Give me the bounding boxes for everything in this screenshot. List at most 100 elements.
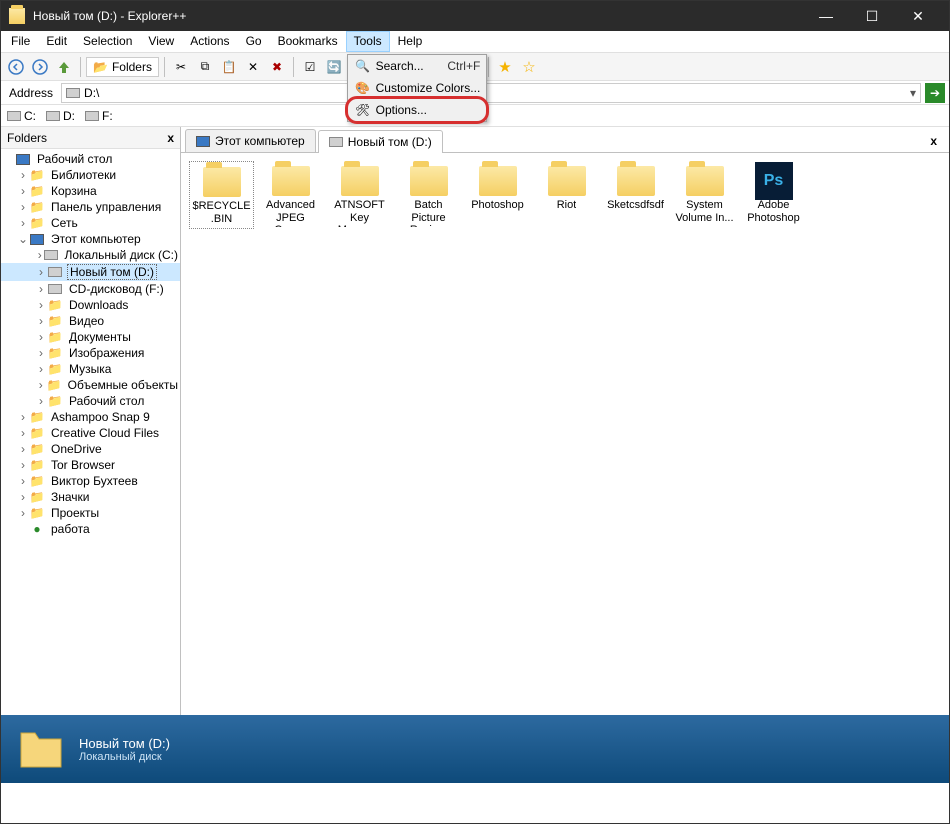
tree-item[interactable]: ›📁Изображения <box>1 345 180 361</box>
close-button[interactable]: ✕ <box>895 1 941 31</box>
tree-item[interactable]: ›📁Видео <box>1 313 180 329</box>
bookmark-add-button[interactable]: ☆ <box>518 56 540 78</box>
tree-item[interactable]: ›📁Библиотеки <box>1 167 180 183</box>
expand-icon[interactable]: › <box>17 410 29 424</box>
file-item[interactable]: Riot <box>534 161 599 229</box>
tree-item[interactable]: ›📁Creative Cloud Files <box>1 425 180 441</box>
expand-icon[interactable]: › <box>17 506 29 520</box>
up-button[interactable] <box>53 56 75 78</box>
tree-item[interactable]: ›📁Объемные объекты <box>1 377 180 393</box>
expand-icon[interactable]: › <box>35 248 44 262</box>
copy-button[interactable]: ⧉ <box>194 56 216 78</box>
tree-item[interactable]: ›Новый том (D:) <box>1 263 180 281</box>
undo-delete-button[interactable]: ✖ <box>266 56 288 78</box>
expand-icon[interactable]: › <box>35 314 47 328</box>
expand-icon[interactable]: › <box>35 346 47 360</box>
tree-item[interactable]: ›📁Документы <box>1 329 180 345</box>
drive-icon <box>47 265 63 279</box>
tree-item[interactable]: ›Локальный диск (C:) <box>1 247 180 263</box>
menu-item-search[interactable]: 🔍 Search... Ctrl+F <box>348 55 487 77</box>
file-item[interactable]: Advanced JPEG Com... <box>258 161 323 229</box>
tab-this-pc[interactable]: Этот компьютер <box>185 129 316 152</box>
expand-icon[interactable]: › <box>17 216 29 230</box>
expand-icon[interactable]: › <box>35 265 47 279</box>
file-item[interactable]: Sketcsdfsdf <box>603 161 668 229</box>
properties-button[interactable]: ☑ <box>299 56 321 78</box>
tab-close-button[interactable]: x <box>922 130 945 152</box>
expand-icon[interactable]: › <box>35 282 47 296</box>
expand-icon[interactable]: › <box>17 184 29 198</box>
expand-icon[interactable]: › <box>17 442 29 456</box>
tab-drive-d[interactable]: Новый том (D:) <box>318 130 443 153</box>
bookmark-button[interactable]: ★ <box>494 56 516 78</box>
tree-item[interactable]: ›📁Значки <box>1 489 180 505</box>
file-item[interactable]: System Volume In... <box>672 161 737 229</box>
tree-item[interactable]: ›📁Панель управления <box>1 199 180 215</box>
tree-item[interactable]: ›📁Музыка <box>1 361 180 377</box>
tree-item[interactable]: ●работа <box>1 521 180 537</box>
file-item[interactable]: ATNSOFT Key Manager <box>327 161 392 229</box>
expand-icon[interactable]: › <box>35 330 47 344</box>
paste-button[interactable]: 📋 <box>218 56 240 78</box>
expand-icon[interactable]: › <box>35 394 47 408</box>
expand-icon[interactable]: › <box>35 362 47 376</box>
go-button[interactable]: ➔ <box>925 83 945 103</box>
menu-edit[interactable]: Edit <box>38 31 75 52</box>
menu-actions[interactable]: Actions <box>182 31 237 52</box>
chevron-down-icon[interactable]: ▾ <box>910 86 916 100</box>
expand-icon[interactable]: › <box>17 490 29 504</box>
menu-item-options[interactable]: 🛠 Options... <box>348 99 487 121</box>
expand-icon[interactable]: › <box>17 458 29 472</box>
menu-file[interactable]: File <box>3 31 38 52</box>
main-area: Этот компьютер Новый том (D:) x $RECYCLE… <box>181 127 949 715</box>
tree-item[interactable]: ›📁OneDrive <box>1 441 180 457</box>
tree-item[interactable]: ›📁Виктор Бухтеев <box>1 473 180 489</box>
expand-icon[interactable]: › <box>35 378 46 392</box>
collapse-icon[interactable]: ⌄ <box>17 232 29 246</box>
minimize-button[interactable]: — <box>803 1 849 31</box>
menu-help[interactable]: Help <box>390 31 431 52</box>
file-item[interactable]: PsAdobe Photoshop ... <box>741 161 806 229</box>
expand-icon[interactable]: › <box>17 474 29 488</box>
cut-button[interactable]: ✂ <box>170 56 192 78</box>
folders-toggle[interactable]: 📂 Folders <box>86 57 159 77</box>
tree-item[interactable]: ›📁Корзина <box>1 183 180 199</box>
close-panel-button[interactable]: x <box>167 131 174 145</box>
menu-bookmarks[interactable]: Bookmarks <box>270 31 346 52</box>
expand-icon[interactable]: › <box>17 200 29 214</box>
file-listview[interactable]: $RECYCLE.BINAdvanced JPEG Com...ATNSOFT … <box>181 153 949 715</box>
expand-icon[interactable]: › <box>17 168 29 182</box>
menu-view[interactable]: View <box>140 31 182 52</box>
folder-icon: 📁 <box>47 314 63 328</box>
refresh-button[interactable]: 🔄 <box>323 56 345 78</box>
folder-tree[interactable]: Рабочий стол ›📁Библиотеки›📁Корзина›📁Пане… <box>1 149 180 715</box>
file-item[interactable]: Photoshop <box>465 161 530 229</box>
drive-c[interactable]: C: <box>7 109 36 123</box>
menu-selection[interactable]: Selection <box>75 31 140 52</box>
back-button[interactable] <box>5 56 27 78</box>
tree-item[interactable]: ›📁Рабочий стол <box>1 393 180 409</box>
file-item[interactable]: Batch Picture Resizer <box>396 161 461 229</box>
tree-item[interactable]: ›📁Проекты <box>1 505 180 521</box>
menu-go[interactable]: Go <box>238 31 270 52</box>
forward-button[interactable] <box>29 56 51 78</box>
expand-icon[interactable]: › <box>17 426 29 440</box>
preview-title: Новый том (D:) <box>79 736 170 751</box>
drive-d[interactable]: D: <box>46 109 75 123</box>
expand-icon[interactable]: › <box>35 298 47 312</box>
menu-tools[interactable]: Tools 🔍 Search... Ctrl+F 🎨 Customize Col… <box>346 31 390 52</box>
tree-this-pc[interactable]: ⌄ Этот компьютер <box>1 231 180 247</box>
maximize-button[interactable]: ☐ <box>849 1 895 31</box>
address-input[interactable]: D:\ ▾ <box>61 83 921 103</box>
tree-item[interactable]: ›📁Ashampoo Snap 9 <box>1 409 180 425</box>
tree-item[interactable]: ›CD-дисковод (F:) <box>1 281 180 297</box>
delete-button[interactable]: ✕ <box>242 56 264 78</box>
tree-item[interactable]: ›📁Сеть <box>1 215 180 231</box>
tree-item[interactable]: ›📁Downloads <box>1 297 180 313</box>
tree-item[interactable]: ›📁Tor Browser <box>1 457 180 473</box>
drive-f[interactable]: F: <box>85 109 113 123</box>
file-item[interactable]: $RECYCLE.BIN <box>189 161 254 229</box>
tree-desktop[interactable]: Рабочий стол <box>1 151 180 167</box>
address-path: D:\ <box>84 86 99 100</box>
menu-item-customize-colors[interactable]: 🎨 Customize Colors... <box>348 77 487 99</box>
